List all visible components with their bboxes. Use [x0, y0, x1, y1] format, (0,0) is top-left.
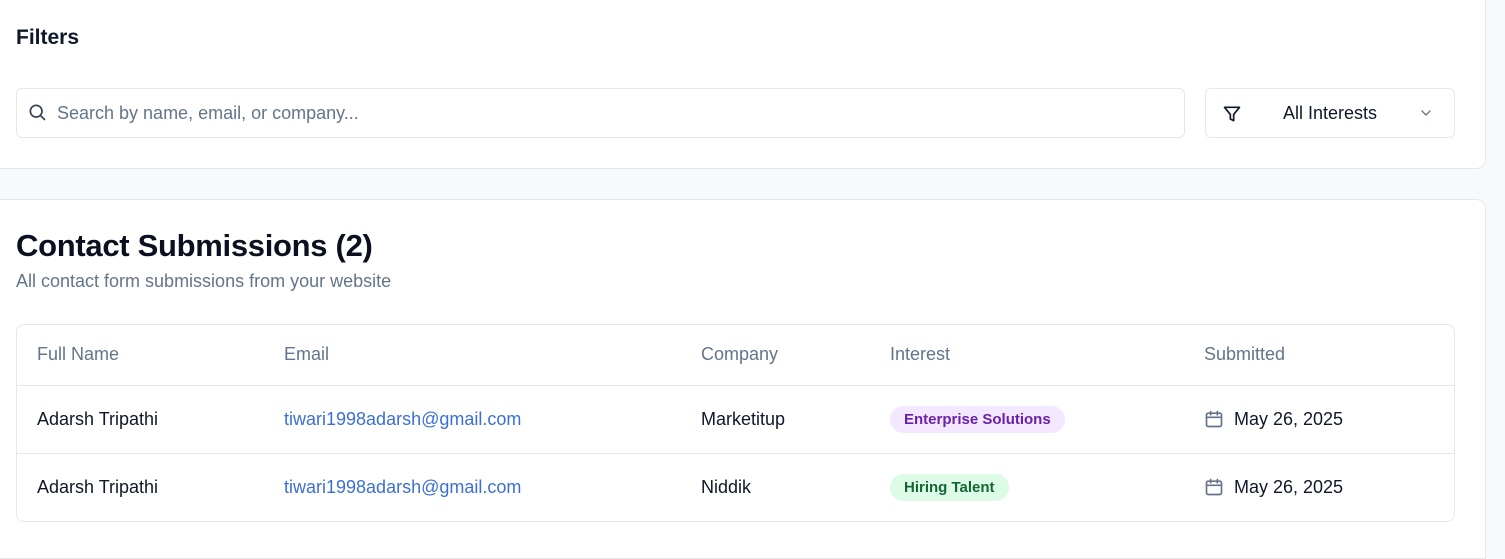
calendar-icon — [1205, 478, 1223, 496]
cell-submitted: May 26, 2025 — [1184, 385, 1454, 453]
cell-interest: Enterprise Solutions — [870, 385, 1184, 453]
cell-email: tiwari1998adarsh@gmail.com — [264, 385, 681, 453]
cell-company: Niddik — [681, 452, 870, 521]
cell-interest: Hiring Talent — [870, 452, 1184, 521]
chevron-down-icon — [1421, 110, 1431, 116]
table-row[interactable]: Adarsh Tripathi tiwari1998adarsh@gmail.c… — [17, 452, 1454, 521]
submitted-date: May 26, 2025 — [1234, 476, 1344, 497]
filters-card: Filters All Interests — [0, 0, 1486, 169]
interest-badge: Hiring Talent — [890, 473, 1009, 501]
table-row[interactable]: Adarsh Tripathi tiwari1998adarsh@gmail.c… — [17, 385, 1454, 453]
submissions-card: Contact Submissions (2) All contact form… — [0, 199, 1486, 559]
search-icon — [29, 104, 46, 121]
page-description: All contact form submissions from your w… — [16, 271, 392, 291]
email-link[interactable]: tiwari1998adarsh@gmail.com — [284, 409, 521, 429]
search-input[interactable] — [57, 89, 1157, 137]
column-header-full-name: Full Name — [17, 325, 264, 386]
column-header-email: Email — [264, 325, 681, 386]
column-header-submitted: Submitted — [1184, 325, 1454, 386]
email-link[interactable]: tiwari1998adarsh@gmail.com — [284, 477, 521, 497]
cell-submitted: May 26, 2025 — [1184, 452, 1454, 521]
search-box[interactable] — [16, 88, 1185, 138]
cell-company: Marketitup — [701, 408, 786, 429]
interest-badge: Enterprise Solutions — [890, 405, 1065, 433]
table-header-row: Full Name Email Company Interest Submitt… — [17, 325, 1454, 386]
cell-email: tiwari1998adarsh@gmail.com — [264, 452, 681, 521]
column-header-company: Company — [681, 325, 870, 386]
submitted-date: May 26, 2025 — [1234, 408, 1344, 429]
interest-filter-select[interactable]: All Interests — [1205, 88, 1455, 138]
submissions-table: Full Name Email Company Interest Submitt… — [16, 324, 1455, 522]
interest-select-value: All Interests — [1282, 103, 1378, 123]
column-header-interest: Interest — [870, 325, 1184, 386]
filters-title: Filters — [16, 26, 80, 49]
calendar-icon — [1205, 410, 1223, 428]
cell-full-name: Adarsh Tripathi — [37, 408, 159, 429]
page-title: Contact Submissions (2) — [16, 228, 373, 263]
cell-full-name: Adarsh Tripathi — [17, 452, 264, 521]
